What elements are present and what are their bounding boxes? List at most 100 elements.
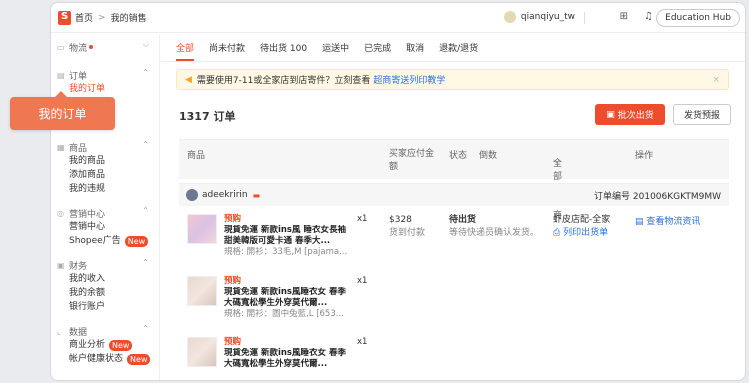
sidebar-section-products[interactable]: ▦ 商品 ⌃: [57, 140, 159, 154]
preorder-tag: 预购: [224, 276, 242, 286]
products-icon: ▦: [57, 142, 65, 152]
megaphone-icon: ◀: [185, 74, 192, 85]
print-icon: ▣: [606, 109, 615, 120]
toolbar-icons: ⊞ ♫: [620, 11, 653, 22]
sidebar-section-finance[interactable]: ▣ 财务 ⌃: [57, 258, 159, 272]
alert-dot: [89, 45, 94, 49]
column-countdown: 倒数: [479, 151, 498, 161]
order-tabs: 全部 尚未付款 待出货 100 运送中 已完成 取消 退款/退货: [176, 34, 478, 61]
chevron-up-icon: ⌃: [142, 258, 149, 267]
preorder-tag: 预购: [224, 214, 242, 224]
sidebar-item-add-product[interactable]: 添加商品: [57, 168, 159, 182]
product-title: 現貨免運 新款ins風睡衣女 春季大碼寬松學生外穿莫代爾...: [224, 287, 346, 308]
main-content: 全部 尚未付款 待出货 100 运送中 已完成 取消 退款/退货 ◀ 需要使用7…: [161, 34, 745, 380]
sidebar-item-my-orders[interactable]: 我的订单: [57, 82, 159, 96]
sidebar-section-logistics[interactable]: ▭ 物流 ⌵: [57, 40, 159, 54]
print-icon: ⎙: [553, 228, 561, 238]
sidebar-item-violations[interactable]: 我的违规: [57, 182, 159, 196]
divider: [584, 12, 585, 24]
sidebar: ▭ 物流 ⌵ ▤ 订单 ⌃ 我的订单 ▦ 商品 ⌃ 我的商品 添加商品 我的违规 ◎ 营销中心…: [51, 34, 160, 380]
print-label-link[interactable]: ⎙ 列印出货单: [553, 228, 608, 238]
sidebar-section-orders[interactable]: ▤ 订单 ⌃: [57, 68, 159, 82]
my-orders-callout: 我的订单: [10, 91, 115, 130]
batch-ship-button[interactable]: ▣ 批次出货: [595, 104, 665, 125]
order-status: 待出货 等待快递员确认发货。: [449, 214, 539, 240]
payment-method: 货到付款: [389, 228, 426, 238]
view-logistics-link[interactable]: ▤ 查看物流资讯: [635, 214, 700, 227]
order-logistics: 虾皮店配-全家 ⎙ 列印出货单: [553, 214, 610, 240]
status-note: 等待快递员确认发货。: [449, 228, 540, 238]
username: qianqiyu_tw: [520, 12, 575, 22]
column-status: 状态: [449, 151, 468, 161]
orders-icon: ▤: [57, 70, 65, 80]
product-spec: 規格: 開衫：33毛,M [pajama...: [224, 247, 348, 257]
buyer-name[interactable]: adeekririn: [202, 190, 248, 200]
breadcrumb-separator: >: [98, 12, 106, 23]
quantity: x1: [357, 337, 368, 347]
chevron-down-icon: ⌵: [142, 40, 149, 49]
chart-icon: ⌞: [57, 326, 61, 336]
truck-icon: ▭: [57, 42, 65, 52]
sidebar-item-account-health[interactable]: 帐户健康状态 New: [57, 352, 159, 366]
product-thumbnail[interactable]: [187, 337, 217, 367]
apps-grid-icon[interactable]: ⊞: [620, 11, 628, 22]
user-menu[interactable]: qianqiyu_tw: [503, 11, 575, 23]
notice-text: 需要使用7-11或全家店到店寄件？立刻查看: [196, 76, 371, 86]
close-icon[interactable]: ×: [712, 75, 720, 85]
notice-banner: ◀ 需要使用7-11或全家店到店寄件？立刻查看 超商寄送列印教学 ×: [176, 69, 729, 90]
sidebar-section-data[interactable]: ⌞ 数据 ⌃: [57, 324, 159, 338]
top-bar: 首页 > 我的销售 qianqiyu_tw ⊞ ♫ Education Hub: [51, 3, 745, 33]
divider: [161, 61, 745, 62]
new-badge: New: [109, 339, 133, 351]
list-item: 预购 現貨免運 新款ins風 睡衣女長袖甜美韓版可愛卡通 春季大... 規格: …: [187, 214, 377, 274]
quantity: x1: [357, 276, 368, 286]
sidebar-item-my-products[interactable]: 我的商品: [57, 154, 159, 168]
sidebar-section-marketing[interactable]: ◎ 营销中心 ⌃: [57, 206, 159, 220]
product-title: 現貨免運 新款ins風睡衣女 春季大碼寬松學生外穿莫代爾...: [224, 348, 346, 369]
quantity: x1: [357, 214, 368, 224]
shopee-logo-icon[interactable]: [58, 10, 71, 25]
avatar: [186, 189, 198, 201]
breadcrumb-current: 我的销售: [110, 14, 147, 24]
product-thumbnail[interactable]: [187, 214, 217, 244]
product-spec: 規格: 開衫：圖中兔藍,L [653...: [224, 309, 344, 319]
sidebar-item-shopee-ads[interactable]: Shopee广告 New: [57, 234, 159, 248]
tab-completed[interactable]: 已完成: [364, 34, 391, 61]
pre-ship-button[interactable]: 发货预报: [673, 104, 731, 125]
notification-bell-icon[interactable]: ♫: [644, 11, 653, 22]
document-icon: ▤: [635, 217, 644, 227]
sidebar-item-marketing-center[interactable]: 营销中心: [57, 220, 159, 234]
order-number: 订单编号 201006KGKTM9MW: [594, 191, 721, 202]
tab-shipping[interactable]: 运送中: [322, 34, 349, 61]
list-item: 预购 現貨免運 新款ins風睡衣女 春季大碼寬松學生外穿莫代爾... 規格: 開…: [187, 276, 377, 336]
list-item: 预购 現貨免運 新款ins風睡衣女 春季大碼寬松學生外穿莫代爾... x1: [187, 337, 377, 380]
carrier-name: 虾皮店配-全家: [553, 215, 611, 225]
chat-icon[interactable]: ▬: [253, 191, 261, 200]
tab-to-ship[interactable]: 待出货 100: [260, 34, 307, 61]
tab-all[interactable]: 全部: [176, 34, 195, 61]
product-title: 現貨免運 新款ins風 睡衣女長袖甜美韓版可愛卡通 春季大...: [224, 225, 346, 246]
product-thumbnail[interactable]: [187, 276, 217, 306]
chevron-up-icon: ⌃: [142, 68, 149, 77]
sidebar-item-my-balance[interactable]: 我的余额: [57, 286, 159, 300]
order-count: 1317 订单: [179, 110, 236, 123]
sidebar-item-bank-account[interactable]: 银行账户: [57, 300, 159, 314]
table-header: 商品 买家应付金额 状态 倒数 全部物流商 ⌵ 操作: [179, 139, 729, 221]
app-window: 首页 > 我的销售 qianqiyu_tw ⊞ ♫ Education Hub …: [50, 2, 746, 381]
education-hub-button[interactable]: Education Hub: [656, 9, 740, 27]
order-price: $328 货到付款: [389, 214, 425, 240]
column-product: 商品: [187, 151, 206, 161]
tab-unpaid[interactable]: 尚未付款: [209, 34, 245, 61]
price-amount: $328: [389, 215, 412, 225]
tab-cancelled[interactable]: 取消: [406, 34, 424, 61]
new-badge: New: [124, 235, 149, 247]
breadcrumb-home[interactable]: 首页: [75, 11, 93, 24]
chevron-up-icon: ⌃: [142, 140, 149, 149]
breadcrumb: 首页 > 我的销售: [75, 11, 147, 25]
new-badge: New: [127, 353, 151, 365]
tab-refund[interactable]: 退款/退货: [439, 34, 478, 61]
sidebar-item-business-analysis[interactable]: 商业分析 New: [57, 338, 159, 352]
sidebar-item-my-income[interactable]: 我的收入: [57, 272, 159, 286]
notice-link[interactable]: 超商寄送列印教学: [373, 73, 445, 86]
column-action: 操作: [635, 151, 654, 161]
